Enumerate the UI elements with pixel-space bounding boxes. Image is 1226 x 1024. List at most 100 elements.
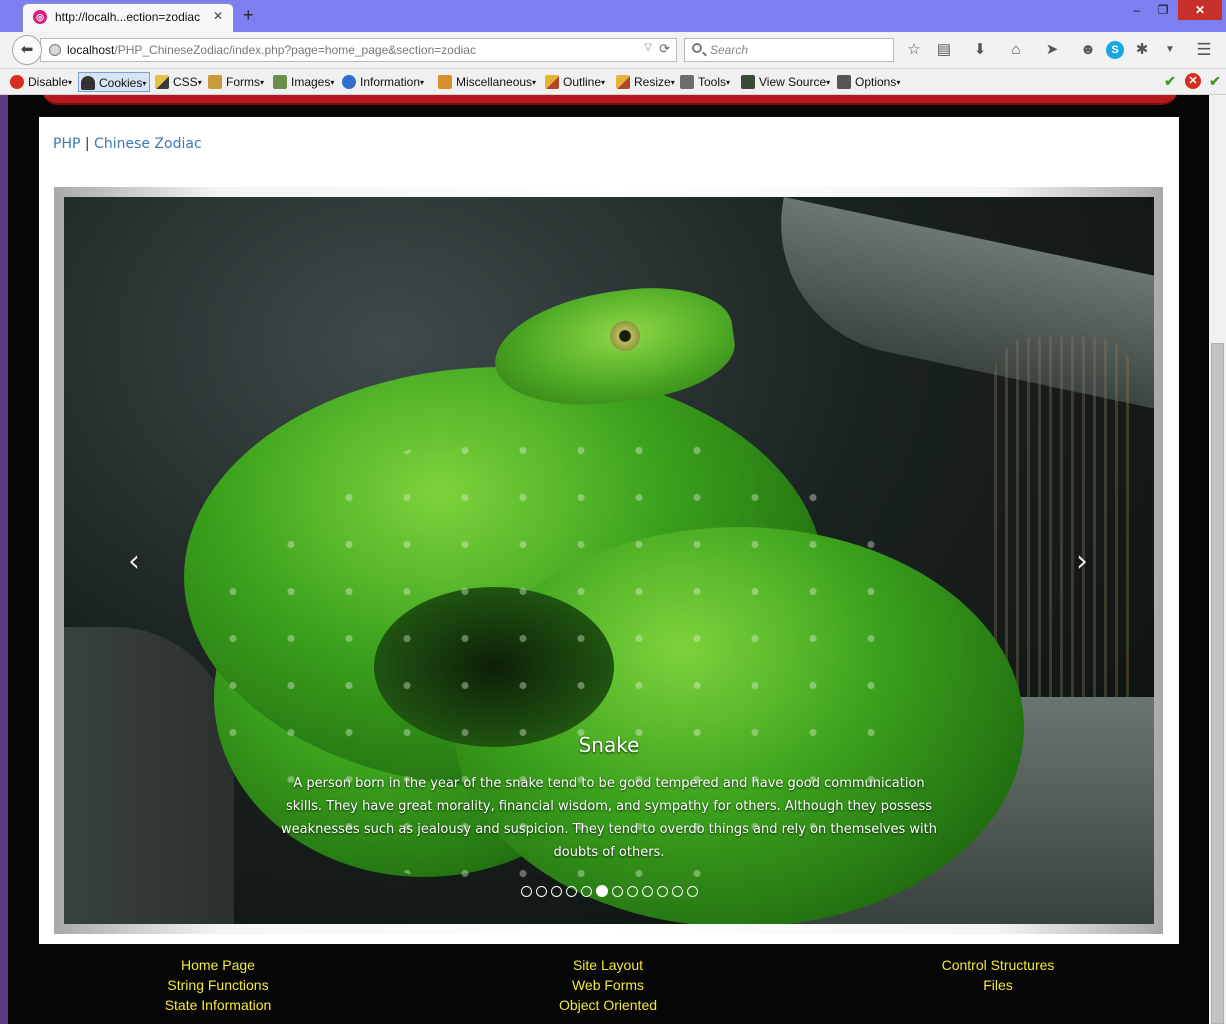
carousel-indicator-dot[interactable] (626, 885, 638, 897)
new-tab-button[interactable]: + (243, 5, 254, 25)
view-source-icon (741, 75, 755, 89)
footer-link-home-page[interactable]: Home Page (88, 955, 348, 975)
miscellaneous-icon (438, 75, 452, 89)
reload-icon[interactable]: ⟳ (659, 41, 670, 57)
css-ok-icon[interactable]: ✔ (1162, 73, 1178, 89)
site-favicon-icon: ◎ (33, 10, 47, 24)
devbar-label: Outline (563, 75, 602, 89)
carousel-indicator-dot[interactable] (671, 885, 683, 897)
url-text[interactable]: localhost/PHP_ChineseZodiac/index.php?pa… (67, 43, 476, 57)
carousel-indicator-dot[interactable] (595, 885, 608, 897)
restore-button[interactable]: ❐ (1152, 0, 1174, 20)
carousel-slide[interactable]: ‹ › Snake A person born in the year of t… (64, 197, 1154, 924)
breadcrumb-chinese-zodiac-link[interactable]: Chinese Zodiac (94, 136, 202, 152)
carousel-indicators (64, 885, 1154, 897)
devbar-view-source[interactable]: View Source▾ (741, 72, 830, 92)
footer-link-object-oriented[interactable]: Object Oriented (478, 995, 738, 1015)
download-icon[interactable]: ⬇ (970, 40, 990, 60)
carousel-indicator-dot[interactable] (535, 885, 547, 897)
carousel-indicator-dot[interactable] (565, 885, 577, 897)
breadcrumb: PHP | Chinese Zodiac (53, 136, 202, 152)
hanging-roots-shape (994, 337, 1134, 717)
devbar-css[interactable]: CSS▾ (155, 72, 202, 92)
skype-icon[interactable]: S (1106, 41, 1124, 59)
resize-icon (616, 75, 630, 89)
breadcrumb-separator: | (84, 136, 90, 152)
cookies-icon (81, 76, 95, 90)
devbar-forms[interactable]: Forms▾ (208, 72, 264, 92)
chevron-right-icon[interactable]: › (1067, 547, 1097, 577)
dropdown-icon[interactable]: ▼ (1160, 40, 1180, 60)
footer-column-2: Site Layout Web Forms Object Oriented (478, 955, 738, 1015)
error-icon[interactable]: ✕ (1185, 73, 1201, 89)
address-bar[interactable]: localhost/PHP_ChineseZodiac/index.php?pa… (40, 38, 677, 62)
carousel-indicator-dot[interactable] (641, 885, 653, 897)
devbar-disable[interactable]: Disable▾ (10, 72, 72, 92)
carousel-indicator-dot[interactable] (520, 885, 532, 897)
close-window-button[interactable]: ✕ (1178, 0, 1222, 20)
title-bar: ◎ http://localh...ection=zodiac ✕ + ‒ ❐ … (0, 0, 1226, 33)
devbar-outline[interactable]: Outline▾ (545, 72, 605, 92)
disable-icon (10, 75, 24, 89)
devbar-label: Resize (634, 75, 671, 89)
devbar-label: Cookies (99, 76, 143, 90)
devbar-information[interactable]: Information▾ (342, 72, 424, 92)
minimize-button[interactable]: ‒ (1126, 0, 1148, 20)
devbar-miscellaneous[interactable]: Miscellaneous▾ (438, 72, 536, 92)
back-button[interactable]: ⬅ (12, 35, 42, 65)
reading-list-icon[interactable]: ▤ (934, 40, 954, 60)
footer-link-control-structures[interactable]: Control Structures (868, 955, 1128, 975)
js-ok-icon[interactable]: ✔ (1207, 73, 1223, 89)
devbar-label: Miscellaneous (456, 75, 533, 89)
footer-link-site-layout[interactable]: Site Layout (478, 955, 738, 975)
forms-icon (208, 75, 222, 89)
devbar-cookies[interactable]: Cookies▾ (78, 72, 151, 92)
devbar-label: View Source (759, 75, 827, 89)
home-icon[interactable]: ⌂ (1006, 40, 1026, 60)
footer-link-files[interactable]: Files (868, 975, 1128, 995)
carousel-frame: ‹ › Snake A person born in the year of t… (54, 187, 1163, 934)
carousel-indicator-dot[interactable] (611, 885, 623, 897)
devbar-images[interactable]: Images▾ (273, 72, 334, 92)
devbar-options[interactable]: Options▾ (837, 72, 900, 92)
devbar-label: Forms (226, 75, 260, 89)
navigation-toolbar: localhost/PHP_ChineseZodiac/index.php?pa… (0, 32, 1226, 69)
url-history-dropdown-icon[interactable]: ▽ (644, 42, 652, 53)
tools-icon (680, 75, 694, 89)
chat-icon[interactable]: ☻ (1078, 40, 1098, 60)
information-icon (342, 75, 356, 89)
carousel-indicator-dot[interactable] (550, 885, 562, 897)
url-path: /PHP_ChineseZodiac/index.php?page=home_p… (114, 43, 476, 57)
devbar-label: Tools (698, 75, 727, 89)
carousel-indicator-dot[interactable] (686, 885, 698, 897)
devbar-label: Disable (28, 75, 69, 89)
footer-link-state-information[interactable]: State Information (88, 995, 348, 1015)
footer-link-web-forms[interactable]: Web Forms (478, 975, 738, 995)
devbar-resize[interactable]: Resize▾ (616, 72, 675, 92)
search-box[interactable]: Search (684, 38, 894, 62)
content-panel: PHP | Chinese Zodiac ‹ › Snake A person … (39, 117, 1179, 944)
images-icon (273, 75, 287, 89)
tab-close-icon[interactable]: ✕ (213, 9, 223, 23)
devbar-tools[interactable]: Tools▾ (680, 72, 730, 92)
carousel-indicator-dot[interactable] (580, 885, 592, 897)
scrollbar-thumb[interactable] (1211, 343, 1224, 1024)
css-icon (155, 75, 169, 89)
globe-icon (49, 44, 61, 56)
carousel-indicator-dot[interactable] (656, 885, 668, 897)
devbar-label: Information (360, 75, 421, 89)
menu-icon[interactable]: ☰ (1194, 40, 1214, 60)
chevron-left-icon[interactable]: ‹ (119, 547, 149, 577)
send-icon[interactable]: ➤ (1042, 40, 1062, 60)
search-input[interactable]: Search (710, 43, 748, 57)
slide-description: A person born in the year of the snake t… (281, 776, 937, 860)
browser-tab[interactable]: ◎ http://localh...ection=zodiac ✕ (22, 3, 234, 33)
bookmark-star-icon[interactable]: ☆ (904, 40, 924, 60)
url-host: localhost (67, 43, 115, 57)
breadcrumb-php-link[interactable]: PHP (53, 136, 80, 152)
footer-link-string-functions[interactable]: String Functions (88, 975, 348, 995)
tab-title: http://localh...ection=zodiac (55, 10, 201, 24)
web-developer-toolbar: Disable▾ Cookies▾ CSS▾ Forms▾ Images▾ In… (0, 69, 1226, 95)
bug-icon[interactable]: ✱ (1132, 40, 1152, 60)
snake-eye-shape (610, 321, 640, 351)
